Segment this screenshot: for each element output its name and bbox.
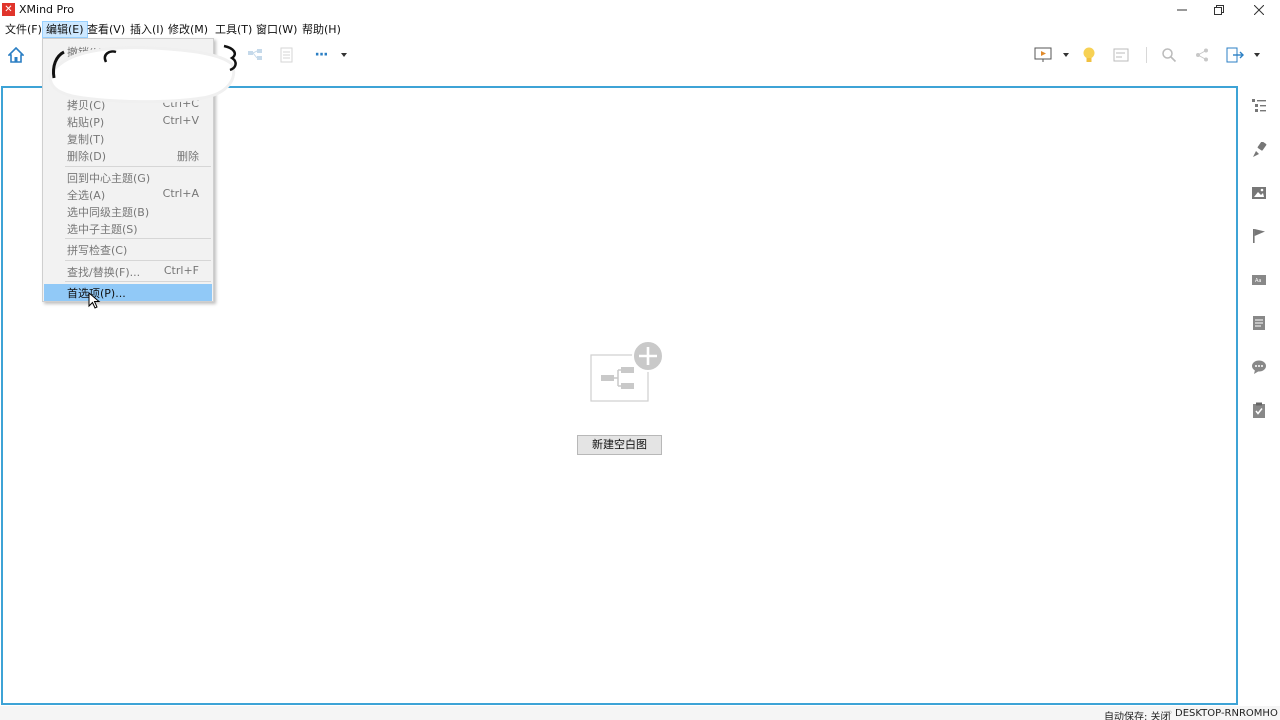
- menu-item-label: 选中子主题(S): [67, 223, 138, 236]
- menu-item-shortcut: Ctrl+C: [162, 97, 199, 110]
- menu-item-label: 复制(T): [67, 133, 105, 146]
- label-icon: Aa: [1252, 275, 1266, 285]
- export-icon: [1226, 47, 1244, 63]
- autosave-status[interactable]: 自动保存: 关闭: [1104, 708, 1171, 720]
- home-button[interactable]: [7, 46, 25, 64]
- sticker-panel-button[interactable]: Aa: [1250, 271, 1268, 289]
- menu-separator: [65, 281, 211, 282]
- menu-modify[interactable]: 修改(M): [165, 21, 211, 38]
- comments-panel-button[interactable]: [1250, 358, 1268, 376]
- menu-item-label: 查找/替换(F)...: [67, 266, 141, 279]
- format-brush-icon: [1253, 142, 1267, 157]
- menu-item-label: 拼写检查(C): [67, 244, 128, 257]
- menu-item-label: 拷贝(C): [67, 99, 106, 112]
- menu-item-duplicate[interactable]: 复制(T): [44, 130, 212, 147]
- view-mode-button[interactable]: [1112, 46, 1130, 64]
- menu-insert[interactable]: 插入(I): [127, 21, 167, 38]
- menu-item-select-siblings[interactable]: 选中同级主题(B): [44, 203, 212, 220]
- title-bar: ✕ XMind Pro: [0, 0, 1280, 20]
- search-icon: [1162, 48, 1177, 63]
- task-icon: [1253, 402, 1265, 418]
- menu-separator: [65, 238, 211, 239]
- task-panel-button[interactable]: [1250, 401, 1268, 419]
- new-map-icon: [590, 340, 664, 402]
- menu-item-label: 撤销(U): [67, 46, 106, 59]
- notes-panel-button[interactable]: [1250, 314, 1268, 332]
- menu-item-preferences[interactable]: 首选项(P)...: [44, 284, 212, 301]
- menu-bar: 文件(F) 编辑(E) 查看(V) 插入(I) 修改(M) 工具(T) 窗口(W…: [0, 20, 1280, 38]
- status-bar: 自动保存: 关闭 ◦ DESKTOP-RNROMHO: [0, 706, 1280, 720]
- relationship-icon: [248, 49, 262, 60]
- menu-window[interactable]: 窗口(W): [253, 21, 300, 38]
- more-icon[interactable]: ···: [312, 46, 330, 64]
- window-title: XMind Pro: [19, 3, 74, 16]
- brainstorm-button[interactable]: [1080, 46, 1098, 64]
- menu-item-undo[interactable]: 撤销(U): [44, 43, 212, 60]
- menu-item-find-replace[interactable]: 查找/替换(F)... Ctrl+F: [44, 263, 212, 280]
- mouse-cursor-icon: [88, 292, 101, 309]
- menu-item-label: 粘贴(P): [67, 116, 105, 129]
- menu-item-delete[interactable]: 删除(D) 删除: [44, 147, 212, 164]
- lightbulb-icon: [1083, 47, 1095, 62]
- presentation-button[interactable]: [1034, 46, 1052, 64]
- presentation-icon: [1034, 47, 1052, 62]
- xmind-window: ✕ XMind Pro 文件(F) 编辑(E) 查看(V) 插入(I) 修改(M…: [0, 0, 1280, 720]
- new-blank-map-button[interactable]: 新建空白图: [577, 435, 662, 455]
- right-sidebar: Aa: [1240, 86, 1280, 705]
- close-icon: [1254, 5, 1264, 15]
- menu-item-shortcut: 删除: [177, 150, 199, 163]
- menu-item-label: 删除(D): [67, 150, 107, 163]
- outline-icon: [1252, 99, 1266, 112]
- menu-item-shortcut: Ctrl+A: [162, 187, 199, 200]
- format-panel-button[interactable]: [1250, 141, 1268, 159]
- restore-icon: [1214, 5, 1224, 15]
- menu-help[interactable]: 帮助(H): [299, 21, 344, 38]
- summary-button[interactable]: [278, 46, 296, 64]
- menu-item-shortcut: Ctrl+F: [163, 264, 199, 277]
- presentation-dropdown-icon[interactable]: [1063, 53, 1069, 57]
- menu-item-shortcut: Ctrl+V: [162, 114, 199, 127]
- close-button[interactable]: [1236, 0, 1280, 20]
- marker-panel-button[interactable]: [1250, 227, 1268, 245]
- export-dropdown-icon[interactable]: [1254, 53, 1260, 57]
- menu-item-label: 选中同级主题(B): [67, 206, 150, 219]
- menu-file[interactable]: 文件(F): [2, 21, 45, 38]
- more-dropdown-icon[interactable]: [341, 53, 347, 57]
- menu-item-select-children[interactable]: 选中子主题(S): [44, 220, 212, 237]
- share-icon: [1196, 48, 1208, 62]
- menu-item-go-central-topic[interactable]: 回到中心主题(G): [44, 169, 212, 186]
- menu-separator: [65, 166, 211, 167]
- menu-item-copy[interactable]: 拷贝(C) Ctrl+C: [44, 96, 212, 113]
- toolbar-separator: [1146, 47, 1147, 63]
- menu-item-label: 回到中心主题(G): [67, 172, 151, 185]
- menu-edit[interactable]: 编辑(E): [42, 21, 88, 38]
- menu-item-paste[interactable]: 粘贴(P) Ctrl+V: [44, 113, 212, 130]
- share-button[interactable]: [1193, 46, 1211, 64]
- summary-icon: [280, 47, 293, 63]
- menu-item-spell-check[interactable]: 拼写检查(C): [44, 241, 212, 258]
- menu-view[interactable]: 查看(V): [84, 21, 128, 38]
- device-name: DESKTOP-RNROMHO: [1175, 708, 1278, 719]
- menu-item-label: 全选(A): [67, 189, 106, 202]
- edit-menu-dropdown: 撤销(U) 拷贝(C) Ctrl+C 粘贴(P) Ctrl+V 复制(T) 删除…: [42, 38, 214, 302]
- image-panel-button[interactable]: [1250, 184, 1268, 202]
- gantt-view-icon: [1113, 48, 1129, 62]
- account-status-icon: ◦: [1167, 708, 1173, 719]
- relationship-button[interactable]: [246, 46, 264, 64]
- flag-icon: [1253, 229, 1265, 243]
- comment-icon: [1252, 360, 1266, 374]
- image-icon: [1252, 187, 1266, 199]
- minimize-icon: [1177, 9, 1187, 11]
- svg-text:Aa: Aa: [1255, 278, 1261, 284]
- menu-item-select-all[interactable]: 全选(A) Ctrl+A: [44, 186, 212, 203]
- home-icon: [8, 47, 24, 63]
- search-button[interactable]: [1160, 46, 1178, 64]
- outline-panel-button[interactable]: [1250, 96, 1268, 114]
- menu-separator: [65, 260, 211, 261]
- menu-tools[interactable]: 工具(T): [212, 21, 255, 38]
- notes-icon: [1253, 316, 1265, 330]
- xmind-logo-icon: ✕: [2, 3, 15, 16]
- export-button[interactable]: [1226, 46, 1244, 64]
